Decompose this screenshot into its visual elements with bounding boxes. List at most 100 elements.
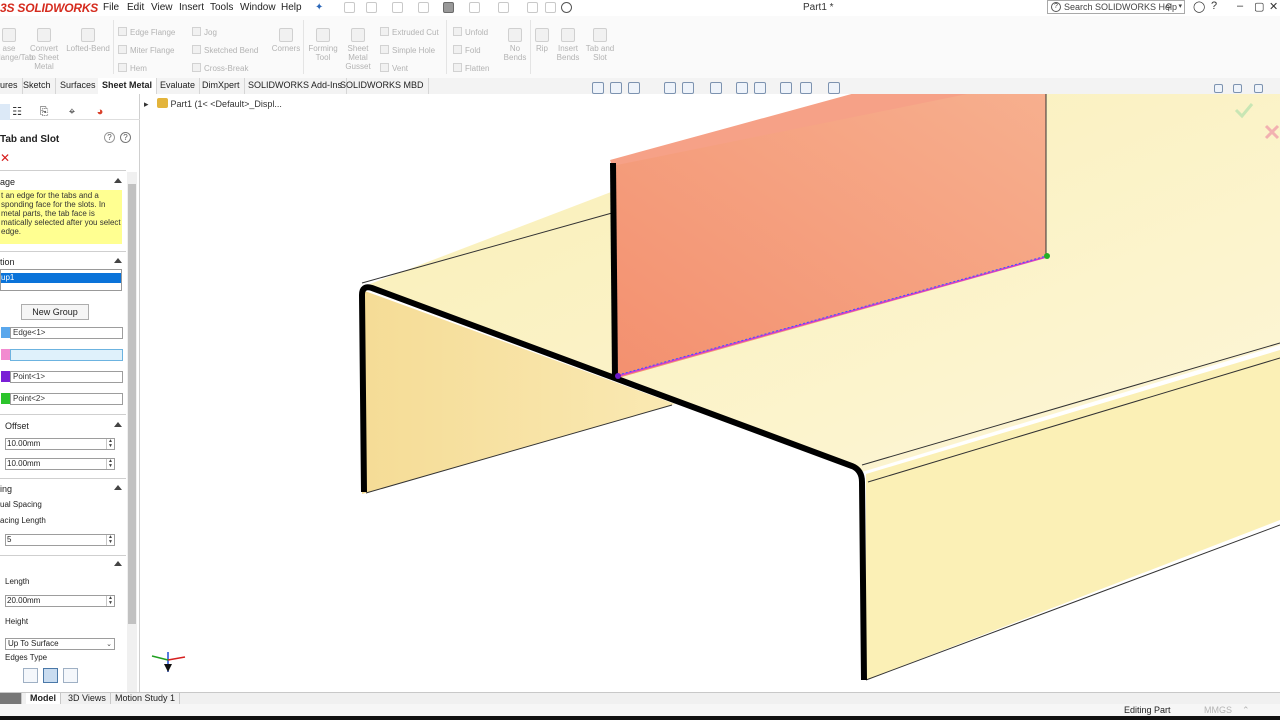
minimize-icon[interactable]: – [1237, 0, 1243, 12]
detailed-preview-icon[interactable]: ? [104, 132, 115, 143]
hem-button[interactable]: Hem [118, 63, 147, 73]
configuration-manager-tab-icon[interactable]: ⎘ [35, 104, 53, 120]
miter-flange-button[interactable]: Miter Flange [118, 45, 174, 55]
end-offset-input[interactable]: 10.00mm ▲ ▼ [5, 458, 115, 470]
zoom-to-fit-icon[interactable] [592, 82, 604, 94]
menu-help[interactable]: Help [281, 2, 302, 13]
hide-show-items-icon[interactable] [754, 82, 766, 94]
tab-sheet-metal[interactable]: Sheet Metal [98, 78, 158, 94]
panel-scrollbar[interactable] [127, 172, 137, 692]
viewport-close-icon[interactable] [1254, 84, 1263, 93]
close-window-icon[interactable]: ✕ [1269, 0, 1278, 13]
equal-spacing-option[interactable]: ual Spacing [0, 500, 42, 509]
graphics-area[interactable] [140, 94, 1280, 692]
extruded-cut-button[interactable]: Extruded Cut [380, 27, 439, 37]
edit-appearance-icon[interactable] [780, 82, 792, 94]
maximize-viewport-icon[interactable] [1233, 84, 1242, 93]
vent-button[interactable]: Vent [380, 63, 408, 73]
jog-button[interactable]: Jog [192, 27, 217, 37]
cancel-icon[interactable]: ✕ [0, 151, 10, 165]
options-gear-icon[interactable] [561, 2, 572, 13]
tab-3d-views[interactable]: 3D Views [64, 693, 111, 704]
view-orientation-icon[interactable] [710, 82, 722, 94]
edge-flange-button[interactable]: Edge Flange [118, 27, 175, 37]
tab-solidworks-add-ins[interactable]: SOLIDWORKS Add-Ins [244, 78, 348, 94]
tab-surfaces[interactable]: Surfaces [56, 78, 101, 94]
scrollbar-thumb[interactable] [128, 184, 136, 624]
pin-icon[interactable]: ✦ [315, 2, 323, 13]
point-2-marker[interactable] [1044, 253, 1050, 259]
lofted-bend-button[interactable]: Lofted-Bend [64, 28, 112, 53]
zoom-to-area-icon[interactable] [610, 82, 622, 94]
group-list[interactable]: up1 [0, 269, 122, 291]
feature-tree-flyout[interactable]: ▸ Part1 (1< <Default>_Displ... [144, 98, 282, 110]
sharp-edges-icon[interactable] [23, 668, 38, 683]
open-icon[interactable] [392, 2, 403, 13]
selection-section-header[interactable]: tion [0, 257, 15, 267]
new-document-icon[interactable] [366, 2, 377, 13]
new-group-button[interactable]: New Group [21, 304, 89, 320]
fold-button[interactable]: Fold [453, 45, 481, 55]
search-icon[interactable]: ⚲ [1165, 1, 1172, 13]
solidworks-logo[interactable]: 3S SOLIDWORKS [0, 1, 98, 15]
help-menu-icon[interactable]: ? [1211, 0, 1217, 12]
collapse-offset-icon[interactable] [114, 422, 122, 427]
tab-dimxpert[interactable]: DimXpert [198, 78, 245, 94]
menu-view[interactable]: View [151, 2, 173, 13]
tab-and-slot-button[interactable]: Tab and Slot [584, 28, 616, 62]
menu-tools[interactable]: Tools [210, 2, 233, 13]
status-units[interactable]: MMGS [1204, 705, 1232, 715]
section-view-icon[interactable] [664, 82, 676, 94]
spin-arrows-icon[interactable]: ▲ ▼ [106, 596, 114, 606]
spin-arrows-icon[interactable]: ▲ ▼ [106, 535, 114, 545]
tab-length-input[interactable]: 20.00mm ▲ ▼ [5, 595, 115, 607]
message-section-header[interactable]: age [0, 177, 15, 187]
select-icon[interactable] [498, 2, 509, 13]
file-properties-icon[interactable] [545, 2, 556, 13]
tab-solidworks-mbd[interactable]: SOLIDWORKS MBD [336, 78, 429, 94]
collapse-message-icon[interactable] [114, 178, 122, 183]
corners-button[interactable]: Corners [268, 28, 304, 53]
fillet-edges-icon[interactable] [43, 668, 58, 683]
sketched-bend-button[interactable]: Sketched Bend [192, 45, 258, 55]
save-icon[interactable] [418, 2, 429, 13]
edge-selection-field[interactable]: Edge<1> [10, 327, 123, 339]
units-dropdown-icon[interactable]: ⌃ [1242, 705, 1250, 716]
restore-icon[interactable]: ▢ [1254, 0, 1264, 13]
search-help-input[interactable]: ? Search SOLIDWORKS Help ⚲ ▾ [1047, 0, 1185, 14]
property-manager-tab-icon[interactable]: ☷ [8, 104, 26, 120]
rebuild-icon[interactable] [527, 2, 538, 13]
group-list-item[interactable]: up1 [1, 273, 121, 283]
search-dropdown-icon[interactable]: ▾ [1178, 1, 1182, 13]
spin-arrows-icon[interactable]: ▲ ▼ [106, 459, 114, 469]
flatten-button[interactable]: Flatten [453, 63, 489, 73]
home-icon[interactable] [344, 2, 355, 13]
no-bends-button[interactable]: No Bends [502, 28, 528, 62]
point-1-marker[interactable] [615, 373, 621, 379]
cross-break-button[interactable]: Cross-Break [192, 63, 248, 73]
dimxpert-manager-tab-icon[interactable]: ⌖ [63, 104, 81, 120]
apply-scene-icon[interactable] [800, 82, 812, 94]
base-flange-button[interactable]: ase Flange/Tab [0, 28, 34, 62]
tab-sketch[interactable]: Sketch [19, 78, 56, 94]
start-point-field[interactable]: Point<1> [10, 371, 123, 383]
simple-hole-button[interactable]: Simple Hole [380, 45, 435, 55]
display-style-icon[interactable] [736, 82, 748, 94]
convert-to-sheet-metal-button[interactable]: Convert to Sheet Metal [28, 28, 60, 71]
menu-file[interactable]: File [103, 2, 119, 13]
tab-model[interactable]: Model [26, 693, 61, 704]
view-settings-icon[interactable] [828, 82, 840, 94]
print-icon[interactable] [443, 2, 454, 13]
menu-window[interactable]: Window [240, 2, 276, 13]
tab-scroll-arrows-icon[interactable] [0, 693, 22, 704]
sheet-metal-gusset-button[interactable]: Sheet Metal Gusset [342, 28, 374, 71]
face-selection-field[interactable] [10, 349, 123, 361]
height-type-select[interactable]: Up To Surface ⌄ [5, 638, 115, 650]
spacing-section-header[interactable]: ing [0, 484, 12, 494]
forming-tool-button[interactable]: Forming Tool [306, 28, 340, 62]
insert-bends-button[interactable]: Insert Bends [554, 28, 582, 62]
expand-arrow-icon[interactable]: ▸ [144, 99, 149, 109]
collapse-tab-icon[interactable] [114, 561, 122, 566]
spin-arrows-icon[interactable]: ▲ ▼ [106, 439, 114, 449]
user-icon[interactable]: ◯ [1193, 0, 1205, 13]
